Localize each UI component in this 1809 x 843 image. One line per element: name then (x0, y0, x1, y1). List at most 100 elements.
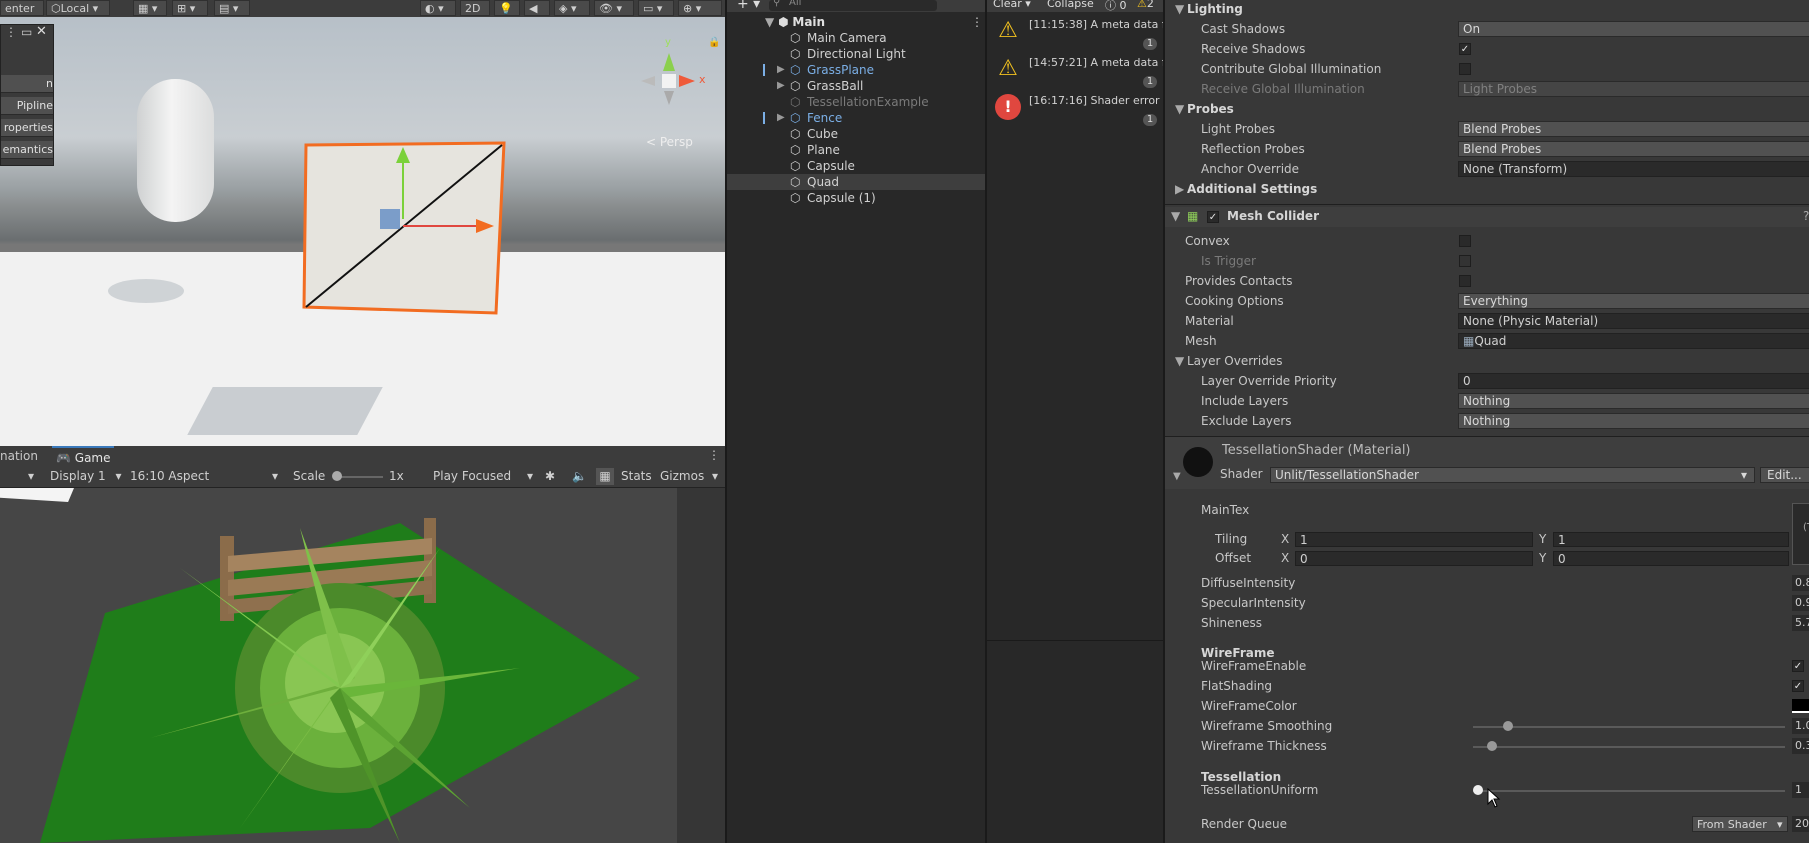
provides-contacts-checkbox[interactable] (1459, 275, 1471, 287)
scene-orientation-gizmo[interactable]: y x 🔒 < Persp (621, 37, 721, 149)
include-layers-dropdown[interactable]: Nothing (1458, 393, 1809, 409)
info-toggle[interactable]: ⓘ 0 (1105, 0, 1127, 13)
hierarchy-item[interactable]: ⬡ Plane (727, 142, 987, 158)
tab-game[interactable]: 🎮 Game (52, 446, 114, 466)
gizmos-dropdown[interactable]: Gizmos ▾ (660, 468, 724, 485)
increment-snap-button[interactable]: ⊞ ▾ (172, 0, 208, 16)
mesh-collider-header[interactable]: ▼ ▦ ✓ Mesh Collider ? (1165, 207, 1809, 227)
audio-toggle[interactable]: ◀ (524, 0, 550, 16)
specular-intensity-field[interactable]: 0.9 (1792, 595, 1809, 611)
material-preview-sphere[interactable] (1183, 447, 1213, 477)
hierarchy-item[interactable]: ▶ ⬡ GrassBall (727, 78, 987, 94)
mesh-field[interactable]: ▦Quad (1458, 333, 1809, 349)
grid-snap-button[interactable]: ▦ ▾ (133, 0, 167, 16)
shineness-field[interactable]: 5.7 (1792, 615, 1809, 631)
close-icon[interactable]: ✕ (36, 24, 47, 39)
visibility-toggle[interactable]: 👁 ▾ (594, 0, 634, 16)
lighting-toggle[interactable]: 💡 (494, 0, 520, 16)
anchor-override-field[interactable]: None (Transform) (1458, 161, 1809, 177)
wireframe-smoothing-knob[interactable] (1503, 721, 1513, 731)
gizmo-center-cube[interactable] (662, 74, 676, 88)
hierarchy-item[interactable]: ⬡ Main Camera (727, 30, 987, 46)
wireframe-thickness-knob[interactable] (1487, 741, 1497, 751)
console-entry[interactable]: ⚠ [14:57:21] A meta data fi 1 (987, 52, 1165, 90)
hierarchy-item[interactable]: ⬡ Capsule (727, 158, 987, 174)
lock-icon[interactable]: 🔒 (708, 37, 720, 48)
gizmo-neg-x-cone[interactable] (641, 76, 655, 86)
hierarchy-search[interactable]: ⚲ All (769, 0, 937, 11)
edit-shader-button[interactable]: Edit... (1760, 467, 1809, 483)
tiling-y-field[interactable]: 1 (1553, 532, 1789, 547)
gizmo-x-cone[interactable] (679, 75, 695, 87)
help-icon[interactable]: ? (1803, 207, 1809, 225)
exclude-layers-dropdown[interactable]: Nothing (1458, 413, 1809, 429)
console-entry[interactable]: ! [16:17:16] Shader error ir 1 (987, 90, 1165, 128)
tessellation-uniform-knob[interactable] (1473, 785, 1483, 795)
layer-override-priority-field[interactable]: 0 (1458, 373, 1809, 389)
hierarchy-item[interactable]: ▶ ⬡ GrassPlane (727, 62, 987, 78)
aspect-dropdown[interactable]: 16:10 Aspect ▾ (130, 468, 282, 485)
additional-settings-foldout[interactable]: ▶ Additional Settings (1165, 180, 1809, 198)
tessellation-uniform-field[interactable]: 1 (1792, 782, 1809, 798)
display-dropdown[interactable]: Display 1 ▾ (50, 468, 126, 485)
expand-arrow-icon[interactable]: ▶ (777, 78, 785, 94)
kebab-icon[interactable]: ⋮ (5, 25, 17, 39)
mute-audio-icon[interactable]: 🔈 (572, 468, 587, 485)
hierarchy-item[interactable]: ⬡ TessellationExample (727, 94, 987, 110)
console-entry[interactable]: ⚠ [11:15:38] A meta data fil 1 (987, 14, 1165, 52)
foldout-arrow-icon[interactable]: ▼ (1173, 471, 1181, 482)
game-view-dropdown[interactable]: ▾ (0, 468, 38, 485)
warning-toggle[interactable]: ⚠2 (1137, 0, 1154, 10)
pivot-dropdown[interactable]: enter ▾ (0, 0, 44, 30)
collapse-button[interactable]: Collapse (1047, 0, 1094, 10)
2d-toggle[interactable]: 2D (460, 0, 490, 16)
stats-button[interactable]: Stats (621, 468, 652, 485)
mesh-collider-enabled-checkbox[interactable]: ✓ (1207, 211, 1219, 223)
overlay-item-semantics[interactable]: emantics (1, 141, 53, 159)
render-queue-field[interactable]: 20 (1792, 816, 1809, 832)
convex-checkbox[interactable] (1459, 235, 1471, 247)
scale-slider-knob[interactable] (332, 471, 342, 481)
dock-icon[interactable]: ▭ (21, 25, 32, 39)
cast-shadows-dropdown[interactable]: On (1458, 21, 1809, 37)
game-view[interactable] (0, 488, 677, 843)
wireframe-smoothing-slider[interactable] (1473, 726, 1785, 728)
lighting-foldout[interactable]: ▼ Lighting (1165, 0, 1809, 18)
overlay-item-pipeline[interactable]: Pipline (1, 97, 53, 115)
receive-shadows-checkbox[interactable]: ✓ (1459, 43, 1471, 55)
hierarchy-item[interactable]: ⬡ Directional Light (727, 46, 987, 62)
physic-material-field[interactable]: None (Physic Material) (1458, 313, 1809, 329)
expand-arrow-icon[interactable]: ▶ (777, 62, 785, 78)
wireframe-thickness-slider[interactable] (1473, 746, 1785, 748)
hierarchy-item[interactable]: ⬡ Capsule (1) (727, 190, 987, 206)
overlay-item-1[interactable]: n (1, 75, 53, 93)
gizmo-neg-y-cone[interactable] (664, 91, 674, 105)
toolbar-extra-button[interactable]: ▤ ▾ (214, 0, 250, 16)
selected-quad-object[interactable] (300, 141, 510, 319)
gizmos-dropdown[interactable]: ⊕ ▾ (678, 0, 722, 16)
wireframe-color-swatch[interactable] (1792, 699, 1809, 713)
capsule-object[interactable] (137, 79, 214, 222)
hierarchy-item[interactable]: ▶ ⬡ Fence (727, 110, 987, 126)
light-probes-dropdown[interactable]: Blend Probes (1458, 121, 1809, 137)
perspective-label[interactable]: < Persp (646, 135, 693, 149)
space-dropdown[interactable]: ⬡Local ▾ (46, 0, 110, 16)
hierarchy-item[interactable]: ⬡ Cube (727, 126, 987, 142)
layer-overrides-foldout[interactable]: ▼ Layer Overrides (1165, 352, 1809, 370)
play-mode-dropdown[interactable]: Play Focused ▾ (433, 468, 537, 485)
overlay-item-properties[interactable]: roperties (1, 119, 53, 137)
stats-grid-icon[interactable]: ▦ (596, 468, 614, 485)
shader-dropdown[interactable]: Unlit/TessellationShader ▾ (1270, 467, 1755, 483)
render-queue-dropdown[interactable]: From Shader ▾ (1692, 816, 1788, 832)
offset-y-field[interactable]: 0 (1553, 551, 1789, 566)
expand-arrow-icon[interactable]: ▶ (777, 110, 785, 126)
tab-animation[interactable]: nation (0, 446, 52, 466)
effects-dropdown[interactable]: ◈ ▾ (554, 0, 590, 16)
scene-menu-kebab-icon[interactable]: ⋮ (971, 14, 983, 30)
wireframe-enable-checkbox[interactable]: ✓ (1792, 660, 1804, 672)
flat-shading-checkbox[interactable]: ✓ (1792, 680, 1804, 692)
diffuse-intensity-field[interactable]: 0.8 (1792, 575, 1809, 591)
wireframe-thickness-field[interactable]: 0.3 (1792, 738, 1809, 754)
tiling-x-field[interactable]: 1 (1295, 532, 1533, 547)
cooking-options-dropdown[interactable]: Everything (1458, 293, 1809, 309)
